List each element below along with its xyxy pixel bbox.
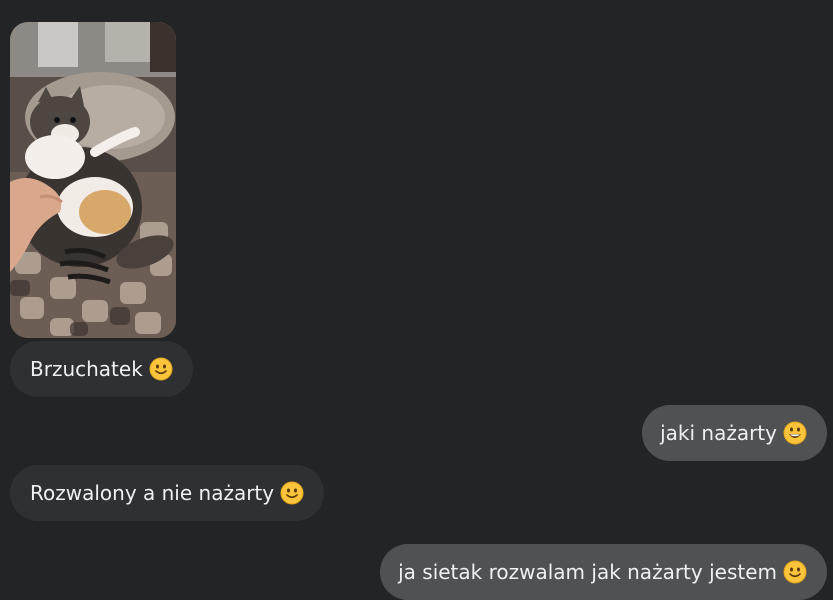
slightly-smiling-face-icon — [149, 357, 173, 381]
message-text: Rozwalony a nie nażarty — [30, 481, 275, 505]
message-text: ja sietak rozwalam jak nażarty jestem — [398, 560, 777, 584]
slightly-smiling-face-icon — [783, 560, 807, 584]
message-bubble-outgoing[interactable]: ja sietak rozwalam jak nażarty jestem — [380, 544, 827, 600]
message-bubble-outgoing[interactable]: jaki nażarty — [642, 405, 827, 461]
cat-photo-message[interactable] — [10, 22, 176, 338]
chat-thread: Brzuchatek jaki nażarty Rozwalony a nie … — [0, 0, 833, 600]
grinning-face-icon — [783, 421, 807, 445]
message-text: jaki nażarty — [660, 421, 777, 445]
message-bubble-incoming[interactable]: Rozwalony a nie nażarty — [10, 465, 325, 521]
message-bubble-incoming[interactable]: Brzuchatek — [10, 341, 193, 397]
cat-photo — [10, 22, 176, 338]
message-text: Brzuchatek — [30, 357, 143, 381]
slightly-smiling-face-icon — [280, 481, 304, 505]
